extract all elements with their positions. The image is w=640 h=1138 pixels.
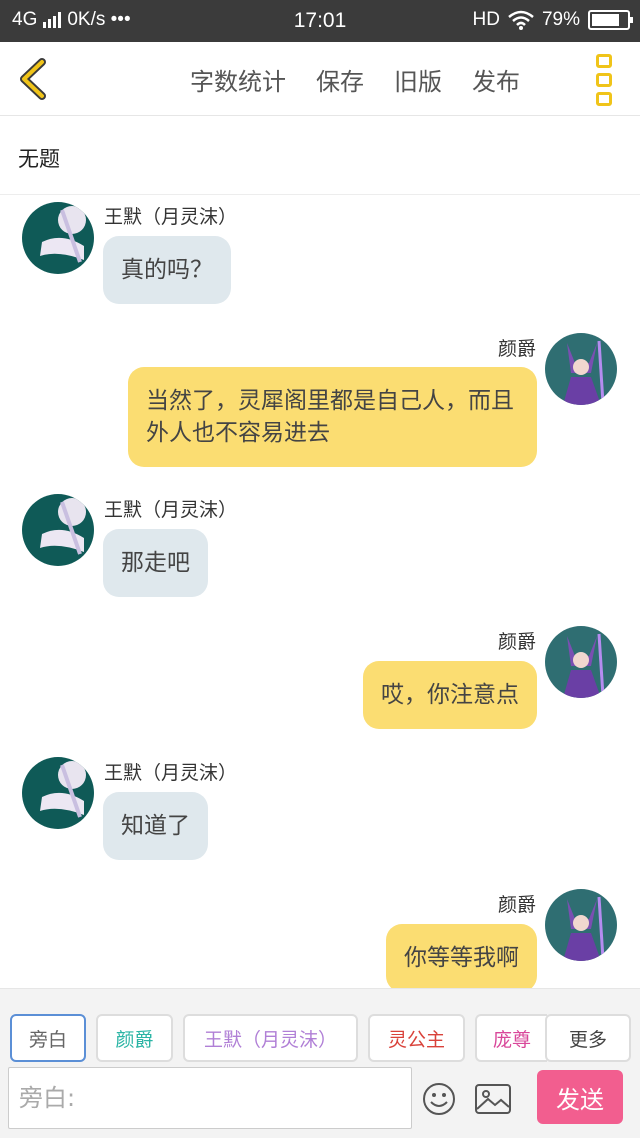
avatar-wangmo[interactable] [22,494,94,566]
sender-name: 王默（月灵沫） [104,499,238,521]
more-dot [596,92,612,106]
avatar-wangmo[interactable] [22,202,94,274]
image-icon[interactable] [475,1084,511,1114]
hd-indicator: HD [472,9,500,30]
back-arrow-icon[interactable] [14,56,60,102]
save-button[interactable]: 保存 [316,62,364,97]
message-bubble[interactable]: 那走吧 [103,529,208,597]
word-count-button[interactable]: 字数统计 [190,62,286,97]
more-dot [596,73,612,87]
character-chip-narration[interactable]: 旁白 [10,1014,86,1062]
more-dot [596,54,612,68]
battery-level [592,14,619,26]
character-chip-pangzun[interactable]: 庞尊 [475,1014,547,1062]
chat-area[interactable]: 王默（月灵沫） 真的吗？ 颜爵 当然了，灵犀阁里都是自己人，而且外人也不容易进去… [0,196,640,988]
toolbar-actions: 字数统计 保存 旧版 发布 [190,62,550,97]
sender-name: 王默（月灵沫） [104,762,238,784]
message-bubble[interactable]: 哎，你注意点 [363,661,537,729]
title-bar[interactable]: 无题 [0,117,640,195]
message-bubble[interactable]: 知道了 [103,792,208,860]
message-bubble[interactable]: 当然了，灵犀阁里都是自己人，而且外人也不容易进去 [128,367,537,467]
sender-name: 王默（月灵沫） [104,206,238,228]
sender-name: 颜爵 [497,631,536,653]
publish-button[interactable]: 发布 [472,62,520,97]
battery-icon [588,10,633,30]
emoji-icon[interactable] [422,1082,456,1116]
send-button[interactable]: 发送 [537,1070,623,1124]
wifi-icon [508,10,534,30]
avatar-yanjue[interactable] [545,333,617,405]
character-chip-yanjue[interactable]: 颜爵 [96,1014,173,1062]
document-title[interactable]: 无题 [18,143,60,173]
avatar-wangmo[interactable] [22,757,94,829]
battery-percent: 79% [541,9,580,30]
character-chip-wangmo[interactable]: 王默（月灵沫） [183,1014,358,1062]
compose-panel: 旁白 颜爵 王默（月灵沫） 灵公主 庞尊 更多 发送 [0,988,640,1138]
message-bubble[interactable]: 你等等我啊 [386,924,537,988]
message-bubble[interactable]: 真的吗？ [103,236,231,304]
old-version-button[interactable]: 旧版 [394,62,442,97]
avatar-yanjue[interactable] [545,889,617,961]
more-characters-button[interactable]: 更多 [545,1014,631,1062]
avatar-yanjue[interactable] [545,626,617,698]
character-chip-linggongzhu[interactable]: 灵公主 [368,1014,465,1062]
status-right: HD 79% [472,9,633,31]
message-input-box[interactable] [8,1067,412,1129]
message-input[interactable] [9,1068,411,1128]
status-bar: 4G 0K/s ••• 17:01 HD 79% [0,0,640,42]
more-menu-icon[interactable] [596,54,616,106]
top-toolbar: 字数统计 保存 旧版 发布 [0,42,640,116]
sender-name: 颜爵 [497,338,536,360]
sender-name: 颜爵 [497,894,536,916]
